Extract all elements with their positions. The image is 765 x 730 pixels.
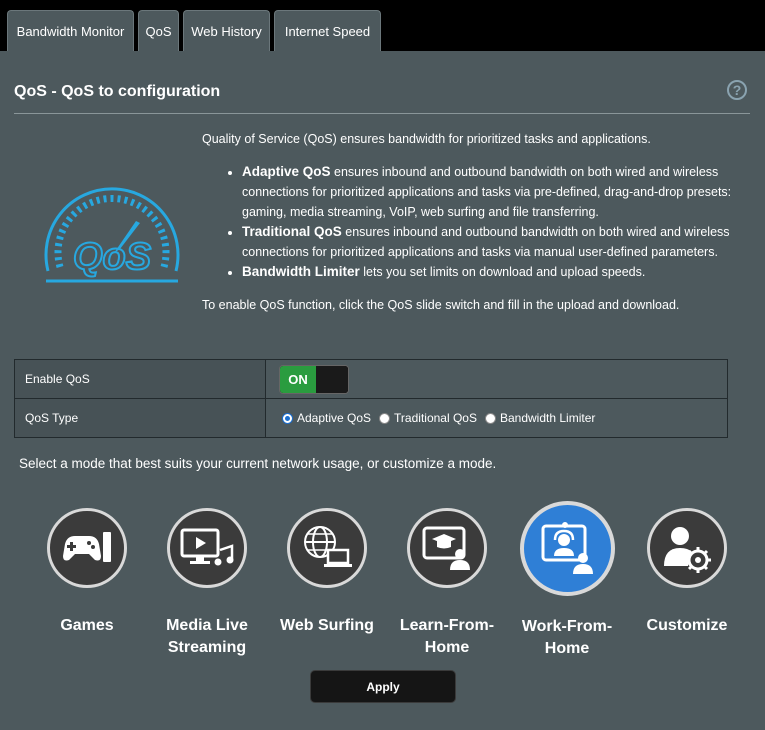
help-icon[interactable]: ? (727, 80, 747, 100)
mode-label: Home (544, 640, 590, 657)
tab-web-history[interactable]: Web History (183, 10, 270, 51)
divider (14, 113, 750, 114)
mode-media-live-streaming[interactable]: Media Live Streaming (147, 508, 267, 659)
mode-prompt: Select a mode that best suits your curre… (19, 456, 497, 471)
bullet-adaptive: Adaptive QoS ensures inbound and outboun… (242, 162, 742, 222)
qos-logo: QoS (44, 187, 180, 283)
apply-button[interactable]: Apply (310, 670, 456, 703)
page-title: QoS - QoS to configuration (14, 83, 221, 100)
radio-unchecked-icon (379, 412, 391, 424)
mode-customize[interactable]: Customize (627, 508, 747, 637)
description: Quality of Service (QoS) ensures bandwid… (202, 129, 742, 315)
web-surfing-icon (304, 526, 352, 567)
mode-work-from-home[interactable]: Work-From- Home (507, 501, 627, 660)
radio-bandwidth-limiter[interactable]: Bandwidth Limiter (484, 411, 595, 425)
qos-type-label: QoS Type (14, 398, 266, 438)
mode-label: Learn-From- (399, 617, 495, 634)
radio-unchecked-icon (484, 412, 496, 424)
mode-learn-from-home[interactable]: Learn-From- Home (387, 508, 507, 659)
settings-table: Enable QoS ON QoS Type Adaptive QoS Trad… (14, 359, 728, 438)
mode-label: Work-From- (521, 618, 613, 635)
mode-label: Home (424, 639, 470, 656)
mode-label: Streaming (167, 639, 247, 656)
tab-qos[interactable]: QoS (138, 10, 179, 51)
toggle-knob (316, 365, 348, 393)
toggle-on-label: ON (280, 365, 316, 393)
qos-panel: QoS - QoS to configuration ? QoS Quality… (0, 51, 765, 730)
tab-internet-speed[interactable]: Internet Speed (274, 10, 381, 51)
mode-web-surfing[interactable]: Web Surfing (267, 508, 387, 637)
radio-checked-icon (282, 412, 293, 424)
tab-bar: Bandwidth Monitor QoS Web History Intern… (0, 0, 765, 51)
learn-from-home-icon (422, 526, 470, 570)
mode-label: Games (60, 617, 114, 634)
tab-bandwidth-monitor[interactable]: Bandwidth Monitor (7, 10, 134, 51)
logo-text: QoS (73, 236, 151, 278)
work-from-home-icon (541, 521, 593, 574)
qos-toggle[interactable]: ON (279, 364, 349, 394)
bullet-traditional: Traditional QoS ensures inbound and outb… (242, 222, 742, 262)
mode-games[interactable]: Games (27, 508, 147, 637)
qos-type-radio-group: Adaptive QoS Traditional QoS Bandwidth L… (282, 411, 726, 425)
mode-label: Media Live (166, 617, 248, 634)
radio-traditional-qos[interactable]: Traditional QoS (379, 411, 477, 425)
enable-qos-label: Enable QoS (14, 359, 266, 399)
radio-adaptive-qos[interactable]: Adaptive QoS (282, 411, 371, 425)
mode-label: Customize (646, 617, 728, 634)
mode-label: Web Surfing (280, 617, 374, 634)
customize-icon (664, 527, 711, 573)
description-intro: Quality of Service (QoS) ensures bandwid… (202, 132, 651, 146)
bullet-limiter: Bandwidth Limiter lets you set limits on… (242, 262, 742, 282)
gamepad-icon (63, 532, 111, 562)
enable-note: To enable QoS function, click the QoS sl… (202, 298, 680, 312)
media-streaming-icon (180, 528, 234, 566)
